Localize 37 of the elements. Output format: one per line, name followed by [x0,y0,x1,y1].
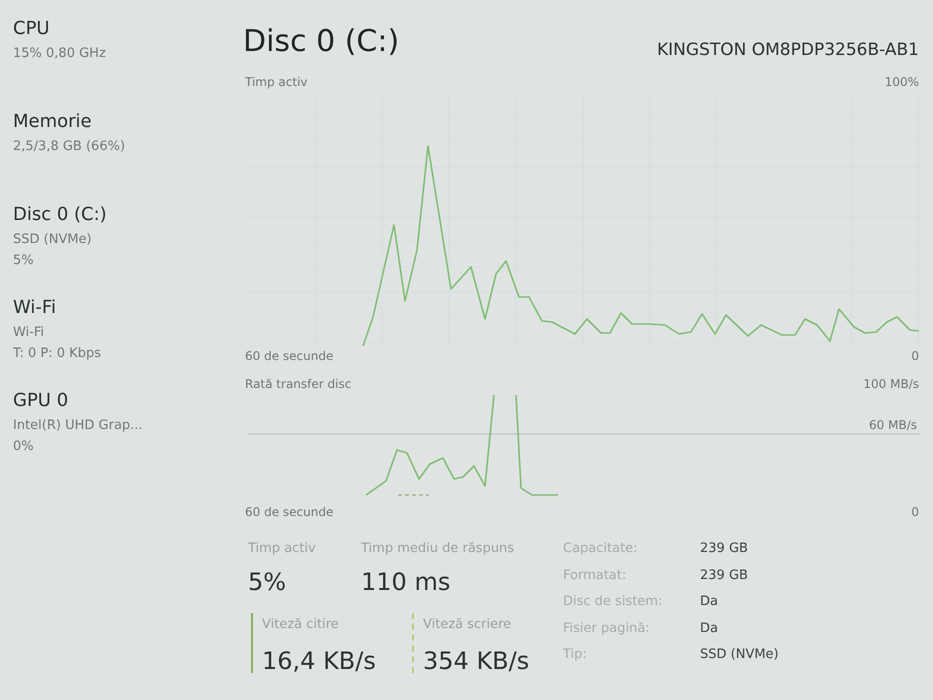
sidebar-item[interactable]: Wi-Fi Wi-Fi T: 0 P: 0 Kbps [13,294,101,364]
property-value: 239 GB [700,540,749,558]
time-axis-label: 60 de secunde [245,348,334,364]
property-label: Tip: [563,646,588,664]
property-value: 239 GB [700,566,749,585]
property-value: Da [700,593,719,612]
speed-label: Viteză citire [262,616,339,634]
time-axis-label: 0 [911,348,919,364]
speed-value: 354 KB/s [423,646,530,677]
page-title: Disc 0 (C:) [243,23,400,61]
property-value: SSD (NVMe) [700,646,779,664]
axis-max-label: 100 MB/s [863,376,919,392]
graph-title: Timp activ [245,74,308,90]
time-axis-label: 0 [911,504,919,520]
property-label: Formatat: [563,566,628,585]
property-label: Disc de sistem: [563,593,664,612]
property-value: Da [700,620,719,638]
property-label: Capacitate: [563,540,639,558]
dashed-legend-line-icon [412,613,414,673]
write-rate-sparkline [398,494,429,496]
axis-max-label: 100% [884,74,919,90]
sidebar-item[interactable]: Memorie 2,5/3,8 GB (66%) [13,108,126,157]
solid-legend-line-icon [251,613,253,673]
stat-label: Timp mediu de răspuns [361,540,514,558]
sidebar-item[interactable]: Disc 0 (C:) SSD (NVMe) 5% [13,201,107,271]
reference-line-label: 60 MB/s [869,417,917,433]
property-label: Fisier pagină: [563,620,651,638]
stat-value: 5% [248,567,286,598]
stat-value: 110 ms [361,567,450,598]
stat-label: Timp activ [248,540,316,558]
disk-model-name: KINGSTON OM8PDP3256B-AB1 [657,39,919,61]
sidebar-item[interactable]: CPU 15% 0,80 GHz [13,15,106,64]
sidebar-item[interactable]: GPU 0 Intel(R) UHD Grap... 0% [13,387,143,457]
graph-title: Rată transfer disc [245,376,352,392]
speed-value: 16,4 KB/s [262,646,376,677]
speed-label: Viteză scriere [423,616,512,634]
time-axis-label: 60 de secunde [245,504,334,520]
